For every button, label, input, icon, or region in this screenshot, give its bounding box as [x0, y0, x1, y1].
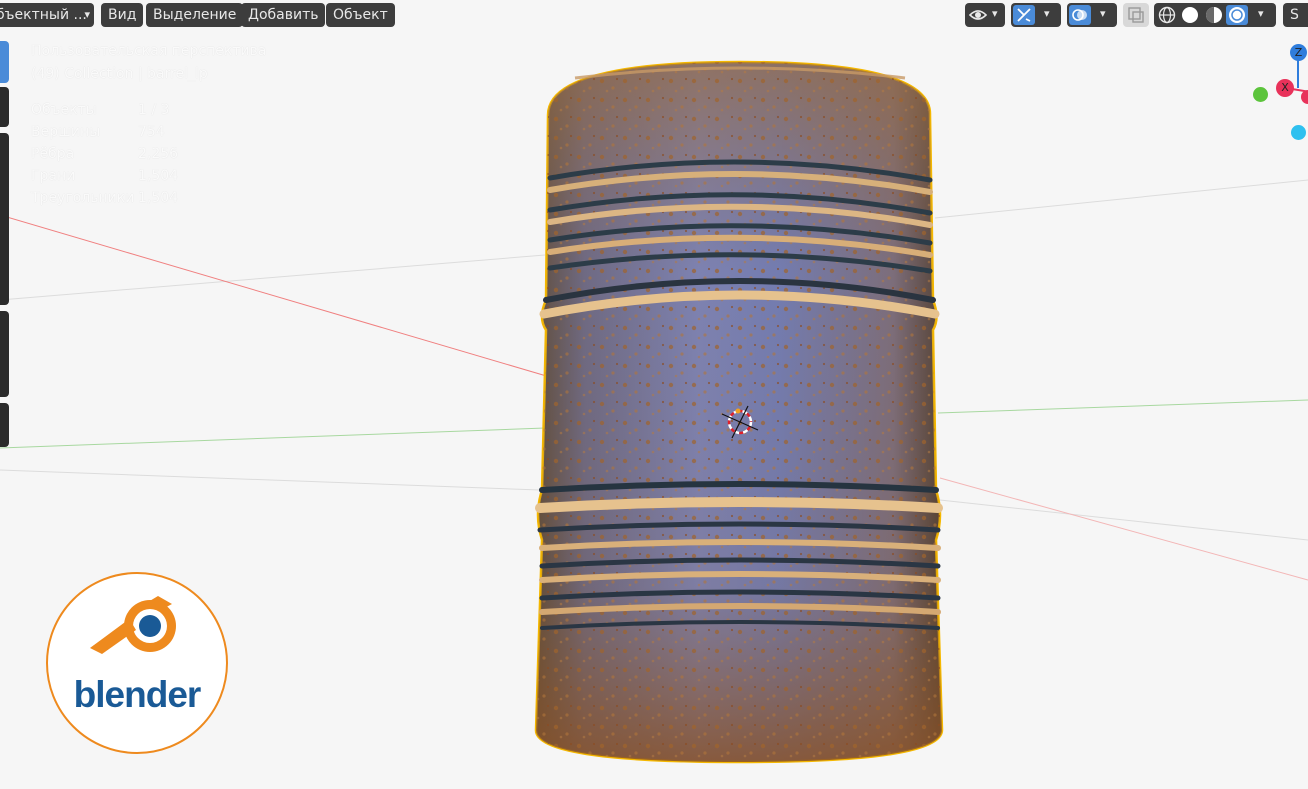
visibility-dropdown[interactable]: ▾ [965, 3, 1005, 27]
mode-label: бъектный ... [0, 7, 87, 23]
x-axis-line [0, 214, 561, 381]
blender-wordmark: blender [73, 674, 202, 715]
gizmo-x-axis[interactable]: X [1276, 79, 1294, 97]
menu-add[interactable]: Добавить [241, 3, 326, 27]
eye-icon [968, 10, 988, 20]
stats-label: Грани [31, 168, 76, 184]
xray-icon [1128, 7, 1144, 23]
gizmo-z-axis[interactable]: Z [1290, 44, 1307, 61]
xray-toggle[interactable] [1123, 3, 1149, 27]
blender-logo-icon [90, 596, 176, 654]
stats-value: 1,504 [138, 190, 179, 206]
shading-modes[interactable]: ▾ [1154, 3, 1276, 27]
overlays-dropdown[interactable]: ▾ [1067, 3, 1117, 27]
toolbar-cursor-tool[interactable] [0, 87, 9, 127]
view-name-label: Пользовательская перспектива [31, 43, 267, 59]
stats-label: Объекты [31, 102, 97, 118]
menu-select[interactable]: Выделение [146, 3, 244, 27]
collection-label: (49) Collection | barrel_lp [31, 66, 208, 82]
toolbar-select-tool[interactable] [0, 41, 9, 83]
stats-value: 1,504 [138, 168, 179, 184]
toolbar-add-tools[interactable] [0, 403, 9, 447]
overlays-icon [1072, 9, 1087, 21]
gizmo-dropdown[interactable]: ▾ [1011, 3, 1061, 27]
menu-view[interactable]: Вид [101, 3, 144, 27]
stats-label: Вершины [31, 124, 101, 140]
rendered-shading-icon[interactable] [1227, 5, 1247, 25]
stats-label: Рёбра [31, 146, 75, 162]
interaction-mode-dropdown[interactable]: бъектный ... ▾ [0, 3, 94, 27]
gizmo-neg-z-axis[interactable] [1291, 125, 1306, 140]
y-axis-line [0, 427, 546, 449]
material-preview-icon[interactable] [1204, 5, 1224, 25]
stats-label: Треугольники [31, 190, 135, 206]
gizmo-icon [1017, 8, 1031, 22]
header-button-cut[interactable]: S [1283, 3, 1308, 27]
stats-value: 754 [138, 124, 165, 140]
stats-value: 1 / 3 [138, 102, 170, 118]
menu-object[interactable]: Объект [326, 3, 395, 27]
blender-logo: blender [46, 572, 228, 754]
chevron-down-icon: ▾ [84, 8, 90, 21]
solid-shading-icon[interactable] [1180, 5, 1200, 25]
gizmo-y-axis[interactable] [1253, 87, 1268, 102]
stats-value: 2,256 [138, 146, 179, 162]
3d-viewport[interactable]: бъектный ... ▾ Вид Выделение Добавить Об… [0, 0, 1308, 789]
gizmo-x-cap[interactable] [1301, 90, 1308, 104]
toolbar-transform-tools[interactable] [0, 133, 9, 305]
wireframe-icon[interactable] [1157, 5, 1177, 25]
toolbar-annotate-tools[interactable] [0, 311, 9, 397]
